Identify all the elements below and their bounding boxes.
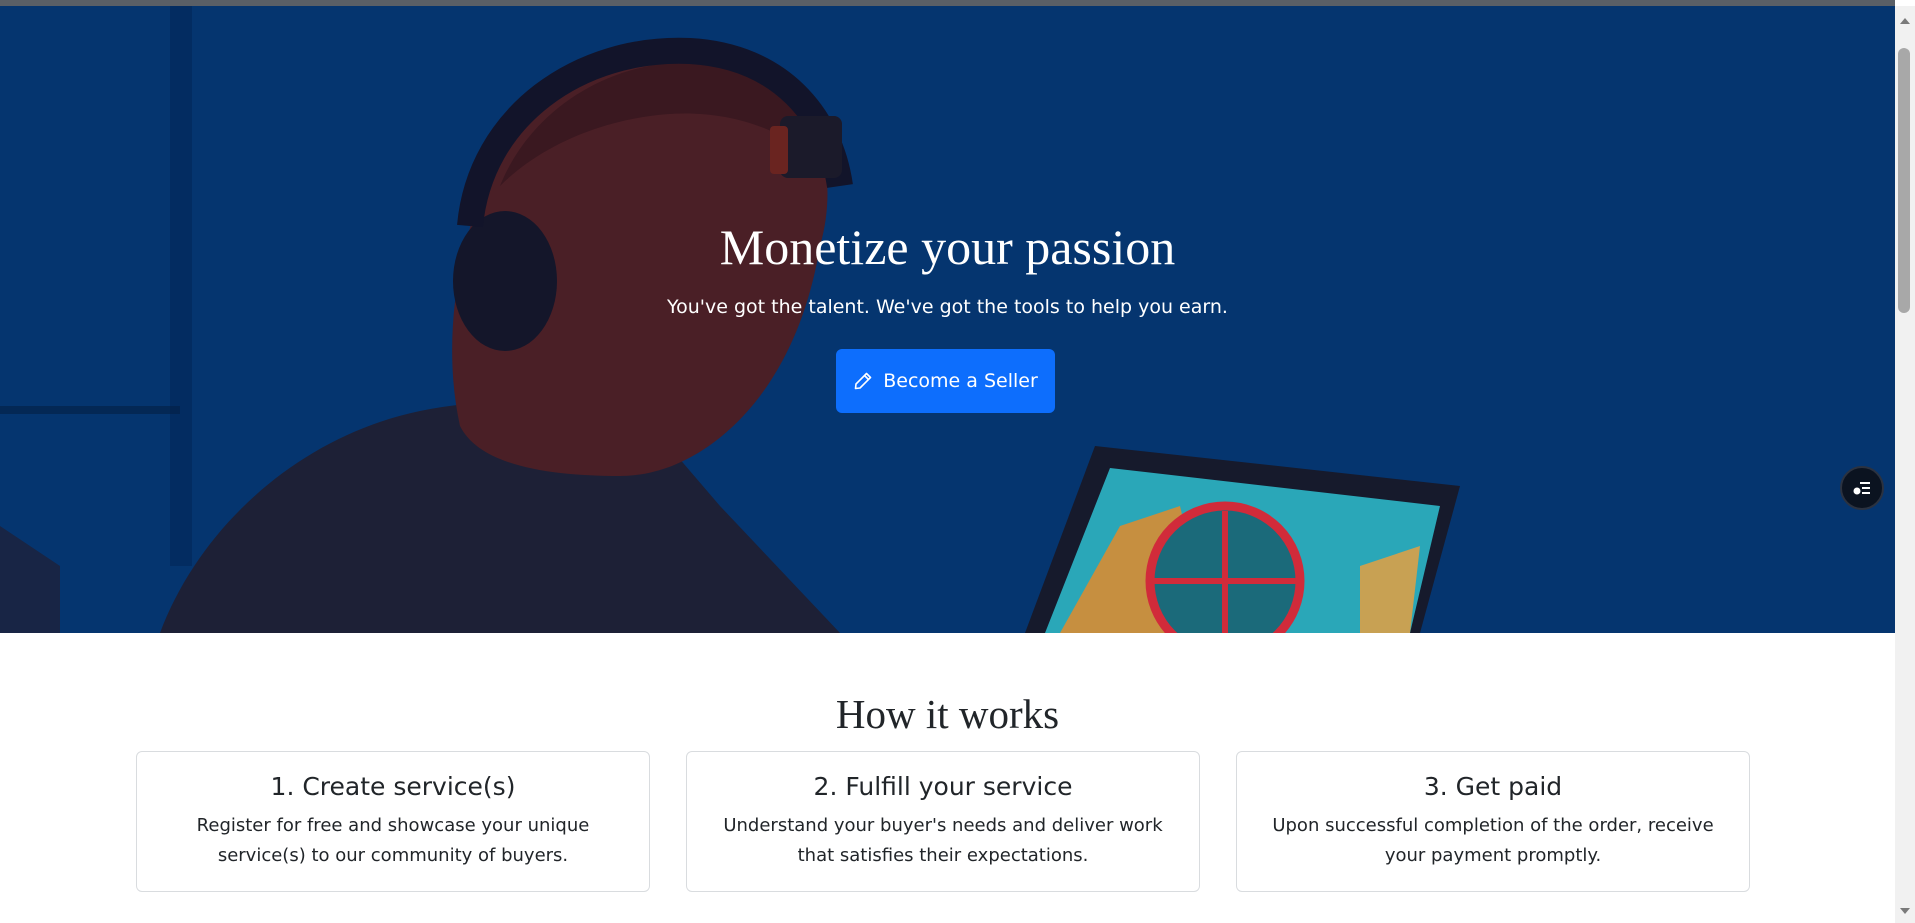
scroll-down-arrow-icon[interactable] bbox=[1900, 908, 1910, 914]
step-card-fulfill-service: 2. Fulfill your service Understand your … bbox=[686, 751, 1200, 892]
step-title: 3. Get paid bbox=[1423, 772, 1563, 801]
step-description: Understand your buyer's needs and delive… bbox=[723, 815, 1163, 866]
scrollbar-thumb[interactable] bbox=[1898, 48, 1910, 313]
step-description: Register for free and showcase your uniq… bbox=[196, 815, 590, 866]
step-card-get-paid: 3. Get paid Upon successful completion o… bbox=[1236, 751, 1750, 892]
step-title: 2. Fulfill your service bbox=[813, 772, 1073, 801]
become-seller-label: Become a Seller bbox=[883, 370, 1038, 392]
scroll-up-arrow-icon[interactable] bbox=[1900, 18, 1910, 24]
floating-menu-button[interactable] bbox=[1840, 466, 1884, 510]
list-settings-icon bbox=[1853, 482, 1870, 495]
hero-banner: Monetize your passion You've got the tal… bbox=[0, 6, 1895, 633]
how-it-works-title: How it works bbox=[835, 691, 1060, 737]
step-card-create-service: 1. Create service(s) Register for free a… bbox=[136, 751, 650, 892]
hero-title: Monetize your passion bbox=[719, 219, 1176, 275]
hero-subtitle: You've got the talent. We've got the too… bbox=[667, 296, 1228, 318]
hero-background-image bbox=[0, 6, 1895, 633]
pencil-icon bbox=[854, 372, 872, 390]
step-description: Upon successful completion of the order,… bbox=[1272, 815, 1714, 866]
step-title: 1. Create service(s) bbox=[270, 772, 516, 801]
become-seller-button[interactable]: Become a Seller bbox=[836, 349, 1055, 413]
